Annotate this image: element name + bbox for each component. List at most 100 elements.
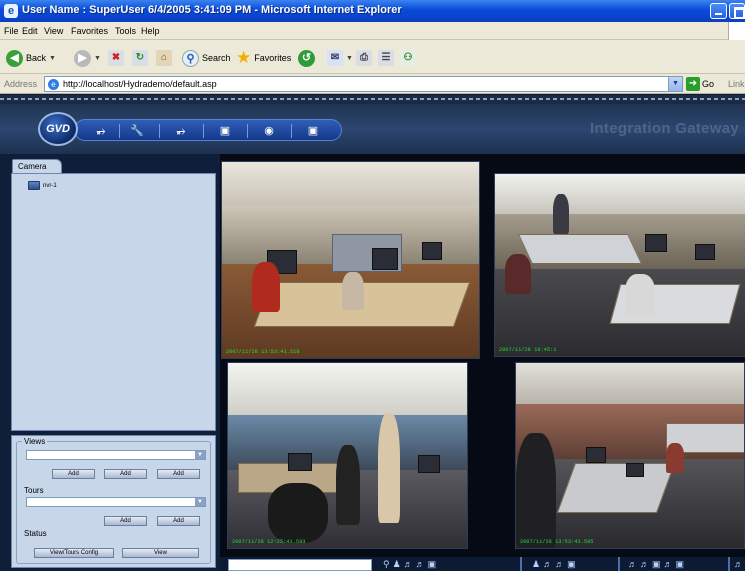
scene-monitor bbox=[695, 244, 715, 260]
feed-timestamp: 2007/11/28 13:53:41.595 bbox=[520, 539, 594, 545]
nav-divider bbox=[291, 124, 292, 138]
chevron-down-icon: ▼ bbox=[195, 498, 205, 506]
nav-divider bbox=[159, 124, 160, 138]
refresh-icon: ↻ bbox=[132, 50, 148, 66]
monitor-icon[interactable]: ▣ bbox=[303, 123, 323, 139]
minimize-button[interactable] bbox=[710, 3, 727, 19]
tab-camera[interactable]: Camera bbox=[12, 159, 62, 174]
views-add-button-1[interactable]: Add bbox=[52, 469, 95, 479]
page-icon: e bbox=[48, 79, 59, 90]
signal-icon[interactable]: ⥵ bbox=[171, 123, 191, 139]
tree-item-nvr[interactable]: nvr-1 bbox=[28, 181, 57, 190]
camera-search-input[interactable] bbox=[228, 559, 372, 571]
signal-icon[interactable]: ⥵ bbox=[91, 123, 111, 139]
scene-chair bbox=[268, 483, 328, 543]
save-icon[interactable]: ▣ bbox=[652, 558, 661, 571]
save-icon[interactable]: ▣ bbox=[567, 558, 576, 571]
scene-ceiling bbox=[222, 162, 479, 206]
view-button[interactable]: View bbox=[122, 548, 199, 558]
scene-ceiling bbox=[228, 363, 467, 415]
feed-controls-1: ⚲ ♟ ♬ ♬ ▣ bbox=[383, 558, 436, 571]
product-title: Integration Gateway bbox=[590, 120, 740, 137]
refresh-button[interactable]: ↻ bbox=[132, 49, 148, 67]
scene-chair bbox=[666, 443, 684, 473]
home-button[interactable]: ⌂ bbox=[156, 49, 172, 67]
tours-add-button-1[interactable]: Add bbox=[104, 516, 147, 526]
stop-button[interactable]: ✖ bbox=[108, 49, 124, 67]
mail-button[interactable]: ✉ ▼ bbox=[327, 49, 353, 67]
scene-ceiling bbox=[516, 363, 744, 404]
scene-chair bbox=[505, 254, 531, 294]
scene-monitor bbox=[422, 242, 442, 260]
window-title: User Name : SuperUser 6/4/2005 3:41:09 P… bbox=[22, 4, 402, 16]
address-bar: Address e http://localhost/Hydrademo/def… bbox=[0, 74, 745, 94]
audio-icon[interactable]: ♬ bbox=[404, 558, 413, 571]
tours-add-button-2[interactable]: Add bbox=[157, 516, 200, 526]
strip-divider bbox=[520, 557, 522, 571]
links-label[interactable]: Links bbox=[728, 79, 745, 89]
menu-file[interactable]: File bbox=[4, 26, 19, 36]
forward-arrow-icon: ▶ bbox=[74, 49, 91, 67]
monitor-icon[interactable]: ▣ bbox=[215, 123, 235, 139]
views-select[interactable]: ▼ bbox=[26, 450, 206, 460]
gvd-logo: GVD bbox=[38, 112, 78, 146]
strip-divider bbox=[728, 557, 730, 571]
maximize-button[interactable] bbox=[729, 3, 745, 19]
search-icon: ⚲ bbox=[182, 49, 199, 67]
back-button[interactable]: ◀ Back ▼ bbox=[6, 49, 56, 67]
wrench-icon[interactable]: 🔧 bbox=[127, 123, 147, 139]
audio-icon[interactable]: ♬ bbox=[543, 558, 552, 571]
history-button[interactable]: ↺ bbox=[298, 49, 315, 67]
zoom-icon[interactable]: ⚲ bbox=[383, 558, 390, 571]
scene-bag bbox=[625, 274, 655, 316]
camera-feed-4[interactable]: 2007/11/28 13:53:41.595 bbox=[515, 362, 745, 549]
tours-select[interactable]: ▼ bbox=[26, 497, 206, 507]
chevron-down-icon: ▼ bbox=[49, 54, 56, 62]
edit-button[interactable]: ☰ bbox=[378, 49, 394, 67]
scene-person bbox=[378, 413, 400, 523]
camera-tree: nvr-1 bbox=[11, 173, 216, 431]
tree-item-label: nvr-1 bbox=[43, 182, 57, 189]
favorites-button[interactable]: ★ Favorites bbox=[236, 48, 291, 67]
speaker-icon[interactable]: ♬ bbox=[664, 558, 673, 571]
menu-edit[interactable]: Edit bbox=[22, 26, 38, 36]
save-icon[interactable]: ▣ bbox=[676, 558, 685, 571]
view-tours-config-button[interactable]: View/Tours Config bbox=[34, 548, 114, 558]
camera-feed-3[interactable]: 2007/11/28 12:25:41.593 bbox=[227, 362, 468, 549]
back-label: Back bbox=[26, 53, 47, 63]
speaker-icon[interactable]: ♬ bbox=[640, 558, 649, 571]
print-button[interactable]: ⎙ bbox=[356, 49, 372, 67]
camera-feed-2[interactable]: 2007/11/28 16:45:1 bbox=[494, 173, 745, 357]
eye-icon[interactable]: ◉ bbox=[259, 123, 279, 139]
window-title-bar: e User Name : SuperUser 6/4/2005 3:41:09… bbox=[0, 0, 745, 22]
playback-strip: ⚲ ♟ ♬ ♬ ▣ ♟ ♬ ♬ ▣ ♬ ♬ ▣ ♬ ▣ ♬ bbox=[220, 557, 745, 571]
person-icon[interactable]: ♟ bbox=[393, 558, 401, 571]
menu-tools[interactable]: Tools bbox=[115, 26, 136, 36]
speaker-icon[interactable]: ♬ bbox=[555, 558, 564, 571]
main-nav: ⥵ 🔧 ⥵ ▣ ◉ ▣ bbox=[74, 119, 342, 141]
forward-button[interactable]: ▶ ▼ bbox=[74, 49, 101, 67]
person-icon[interactable]: ♟ bbox=[532, 558, 540, 571]
speaker-icon[interactable]: ♬ bbox=[416, 558, 425, 571]
edit-icon: ☰ bbox=[378, 50, 394, 66]
menu-view[interactable]: View bbox=[44, 26, 63, 36]
audio-icon[interactable]: ♬ bbox=[734, 558, 743, 571]
status-label: Status bbox=[22, 529, 49, 538]
nav-divider bbox=[203, 124, 204, 138]
history-icon: ↺ bbox=[298, 49, 315, 67]
menu-favorites[interactable]: Favorites bbox=[71, 26, 108, 36]
search-button[interactable]: ⚲ Search bbox=[182, 49, 231, 67]
audio-icon[interactable]: ♬ bbox=[628, 558, 637, 571]
go-button[interactable]: ➜ Go bbox=[686, 77, 714, 91]
views-add-button-3[interactable]: Add bbox=[157, 469, 200, 479]
scene-monitor bbox=[288, 453, 312, 471]
camera-feed-1[interactable]: 2007/11/28 13:53:41.518 bbox=[221, 161, 480, 359]
chevron-down-icon[interactable]: ▼ bbox=[668, 77, 682, 91]
address-input[interactable]: e http://localhost/Hydrademo/default.asp… bbox=[44, 76, 683, 92]
save-icon[interactable]: ▣ bbox=[428, 558, 437, 571]
address-label: Address bbox=[4, 79, 38, 89]
strip-divider bbox=[618, 557, 620, 571]
messenger-button[interactable]: ⚇ bbox=[400, 49, 416, 67]
views-add-button-2[interactable]: Add bbox=[104, 469, 147, 479]
menu-help[interactable]: Help bbox=[141, 26, 160, 36]
